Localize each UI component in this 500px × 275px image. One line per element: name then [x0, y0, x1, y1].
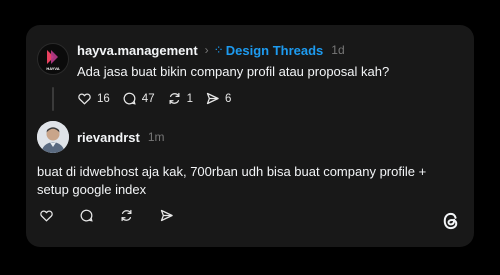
reply-like-button[interactable]: [39, 208, 59, 223]
send-icon: [206, 92, 219, 105]
reply-share-button[interactable]: [159, 208, 179, 223]
thread-card: HAYVA hayva.management › ⁘ Design Thread…: [26, 25, 474, 247]
share-count: 6: [225, 92, 232, 105]
reply-text: buat di idwebhost aja kak, 700rban udh b…: [37, 164, 427, 197]
repost-icon: [121, 209, 132, 222]
chevron-right-icon: ›: [204, 43, 209, 57]
thread-connector-line: [52, 87, 54, 111]
repost-count: 1: [186, 92, 193, 105]
repost-button[interactable]: 1: [167, 91, 193, 106]
post-header: hayva.management › ⁘ Design Threads 1d: [77, 42, 345, 58]
reply-repost-button[interactable]: [119, 208, 139, 223]
user-avatar[interactable]: [37, 121, 69, 153]
like-button[interactable]: 16: [77, 91, 110, 106]
heart-icon: [78, 93, 91, 105]
heart-icon: [40, 210, 53, 222]
avatar-logo-text: HAYVA: [46, 66, 59, 71]
topic-icon: ⁘: [213, 43, 224, 57]
repost-icon: [169, 92, 180, 105]
reply-time: 1m: [147, 130, 165, 144]
reply-comment-button[interactable]: [79, 208, 99, 223]
comment-button[interactable]: 47: [122, 91, 155, 106]
reply-header: rievandrst 1m: [77, 129, 165, 145]
like-count: 16: [97, 92, 110, 105]
reply-actions: [39, 208, 191, 223]
user-photo: [37, 121, 69, 153]
comment-icon: [123, 92, 136, 105]
post-actions: 16 47 1 6: [77, 91, 243, 106]
threads-logo-icon: [441, 211, 461, 236]
comment-icon: [80, 209, 93, 222]
reply-author[interactable]: rievandrst: [77, 130, 140, 145]
share-button[interactable]: 6: [205, 91, 231, 106]
send-icon: [160, 209, 173, 222]
hayva-avatar[interactable]: HAYVA: [37, 43, 69, 75]
comment-count: 47: [141, 92, 155, 105]
post-time: 1d: [331, 43, 345, 57]
post-text: Ada jasa buat bikin company profil atau …: [77, 64, 390, 79]
hayva-logo-icon: HAYVA: [46, 50, 60, 71]
topic-link[interactable]: Design Threads: [226, 43, 324, 58]
post-author[interactable]: hayva.management: [77, 43, 198, 58]
